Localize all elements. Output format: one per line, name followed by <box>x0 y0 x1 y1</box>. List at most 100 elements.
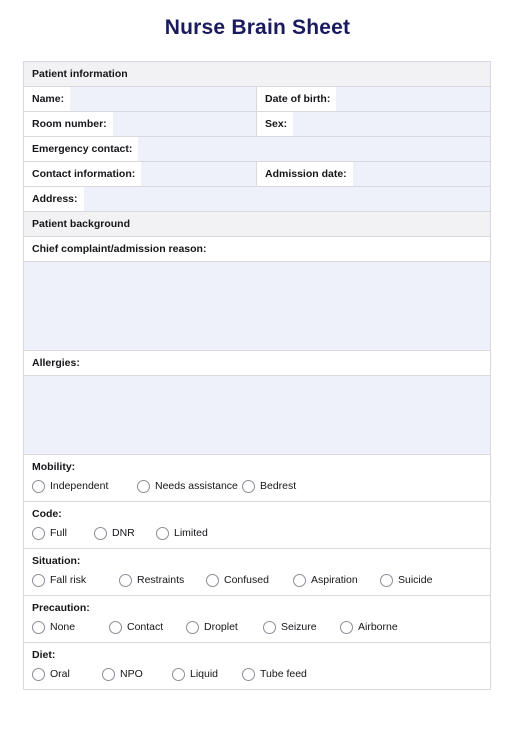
radio-option-label: DNR <box>112 527 135 539</box>
radio-option-label: Contact <box>127 621 164 633</box>
table-row: Allergies: <box>24 351 490 376</box>
radio-circle-icon[interactable] <box>94 527 107 540</box>
radio-option-label: Full <box>50 527 67 539</box>
field-input-name[interactable] <box>70 87 256 111</box>
radio-circle-icon[interactable] <box>242 668 255 681</box>
radio-option-fall-risk[interactable]: Fall risk <box>32 574 119 587</box>
radio-circle-icon[interactable] <box>242 480 255 493</box>
table-row: Situation: Fall risk Restraints Confused <box>24 549 490 596</box>
field-input-chief-complaint[interactable] <box>24 262 490 350</box>
radio-circle-icon[interactable] <box>32 574 45 587</box>
radio-option-label: Needs assistance <box>155 480 238 492</box>
table-row: Mobility: Independent Needs assistance B… <box>24 455 490 502</box>
field-input-date-of-birth[interactable] <box>336 87 490 111</box>
radio-circle-icon[interactable] <box>172 668 185 681</box>
radio-option-seizure[interactable]: Seizure <box>263 621 340 634</box>
radio-circle-icon[interactable] <box>137 480 150 493</box>
table-row <box>24 262 490 351</box>
radio-option-bedrest[interactable]: Bedrest <box>242 480 296 493</box>
radio-option-label: NPO <box>120 668 143 680</box>
radio-circle-icon[interactable] <box>380 574 393 587</box>
radio-circle-icon[interactable] <box>32 621 45 634</box>
radio-circle-icon[interactable] <box>206 574 219 587</box>
radio-option-confused[interactable]: Confused <box>206 574 293 587</box>
radio-circle-icon[interactable] <box>263 621 276 634</box>
section-header-patient-background: Patient background <box>24 212 490 237</box>
field-input-address[interactable] <box>83 187 490 211</box>
radio-circle-icon[interactable] <box>186 621 199 634</box>
field-address[interactable]: Address: <box>24 187 490 211</box>
radio-circle-icon[interactable] <box>32 668 45 681</box>
radio-option-label: None <box>50 621 76 633</box>
radio-option-limited[interactable]: Limited <box>156 527 208 540</box>
radio-option-label: Restraints <box>137 574 185 586</box>
radio-options-code: Full DNR Limited <box>32 527 482 540</box>
radio-circle-icon[interactable] <box>102 668 115 681</box>
section-heading-text: Patient information <box>24 62 490 86</box>
radio-group-label-situation: Situation: <box>32 555 81 567</box>
radio-option-liquid[interactable]: Liquid <box>172 668 242 681</box>
field-label-address: Address: <box>24 187 84 211</box>
radio-option-dnr[interactable]: DNR <box>94 527 156 540</box>
table-row: Diet: Oral NPO Liquid Tube feed <box>24 643 490 690</box>
field-emergency-contact[interactable]: Emergency contact: <box>24 137 490 161</box>
field-input-emergency-contact[interactable] <box>138 137 490 161</box>
radio-option-label: Bedrest <box>260 480 297 492</box>
field-room-number[interactable]: Room number: <box>24 112 257 136</box>
radio-group-label-mobility: Mobility: <box>32 461 76 473</box>
radio-circle-icon[interactable] <box>32 480 45 493</box>
radio-option-oral[interactable]: Oral <box>32 668 102 681</box>
table-row: Address: <box>24 187 490 212</box>
radio-group-label-diet: Diet: <box>32 649 56 661</box>
radio-circle-icon[interactable] <box>119 574 132 587</box>
radio-option-npo[interactable]: NPO <box>102 668 172 681</box>
radio-option-label: Tube feed <box>260 668 307 680</box>
radio-options-situation: Fall risk Restraints Confused Aspiration <box>32 574 482 587</box>
radio-option-suicide[interactable]: Suicide <box>380 574 432 587</box>
field-date-of-birth[interactable]: Date of birth: <box>257 87 490 111</box>
section-header-patient-information: Patient information <box>24 62 490 87</box>
field-input-room-number[interactable] <box>112 112 256 136</box>
radio-option-independent[interactable]: Independent <box>32 480 137 493</box>
radio-option-needs-assistance[interactable]: Needs assistance <box>137 480 242 493</box>
radio-circle-icon[interactable] <box>156 527 169 540</box>
field-input-sex[interactable] <box>293 112 490 136</box>
field-input-admission-date[interactable] <box>352 162 490 186</box>
table-row: Name: Date of birth: <box>24 87 490 112</box>
field-label-room-number: Room number: <box>24 112 113 136</box>
field-label-contact-information: Contact information: <box>24 162 142 186</box>
field-name[interactable]: Name: <box>24 87 257 111</box>
radio-option-droplet[interactable]: Droplet <box>186 621 263 634</box>
table-row: Room number: Sex: <box>24 112 490 137</box>
radio-group-mobility: Mobility: Independent Needs assistance B… <box>24 455 490 501</box>
radio-option-restraints[interactable]: Restraints <box>119 574 206 587</box>
radio-option-tube-feed[interactable]: Tube feed <box>242 668 307 681</box>
radio-circle-icon[interactable] <box>293 574 306 587</box>
radio-circle-icon[interactable] <box>32 527 45 540</box>
radio-option-contact[interactable]: Contact <box>109 621 186 634</box>
radio-option-label: Limited <box>174 527 208 539</box>
radio-option-label: Aspiration <box>311 574 358 586</box>
radio-option-airborne[interactable]: Airborne <box>340 621 398 634</box>
radio-option-full[interactable]: Full <box>32 527 94 540</box>
radio-circle-icon[interactable] <box>340 621 353 634</box>
radio-option-label: Seizure <box>281 621 317 633</box>
field-label-name: Name: <box>24 87 71 111</box>
radio-group-situation: Situation: Fall risk Restraints Confused <box>24 549 490 595</box>
radio-group-label-code: Code: <box>32 508 62 520</box>
section-heading-text: Patient background <box>24 212 490 236</box>
field-admission-date[interactable]: Admission date: <box>257 162 490 186</box>
field-sex[interactable]: Sex: <box>257 112 490 136</box>
radio-circle-icon[interactable] <box>109 621 122 634</box>
radio-option-label: Suicide <box>398 574 433 586</box>
field-contact-information[interactable]: Contact information: <box>24 162 257 186</box>
radio-options-mobility: Independent Needs assistance Bedrest <box>32 480 482 493</box>
radio-options-precaution: None Contact Droplet Seizure Airborne <box>32 621 482 634</box>
table-row: Contact information: Admission date: <box>24 162 490 187</box>
field-input-allergies[interactable] <box>24 376 490 454</box>
field-input-contact-information[interactable] <box>141 162 256 186</box>
radio-option-none[interactable]: None <box>32 621 109 634</box>
field-label-date-of-birth: Date of birth: <box>257 87 337 111</box>
radio-option-aspiration[interactable]: Aspiration <box>293 574 380 587</box>
field-label-chief-complaint: Chief complaint/admission reason: <box>24 237 490 261</box>
